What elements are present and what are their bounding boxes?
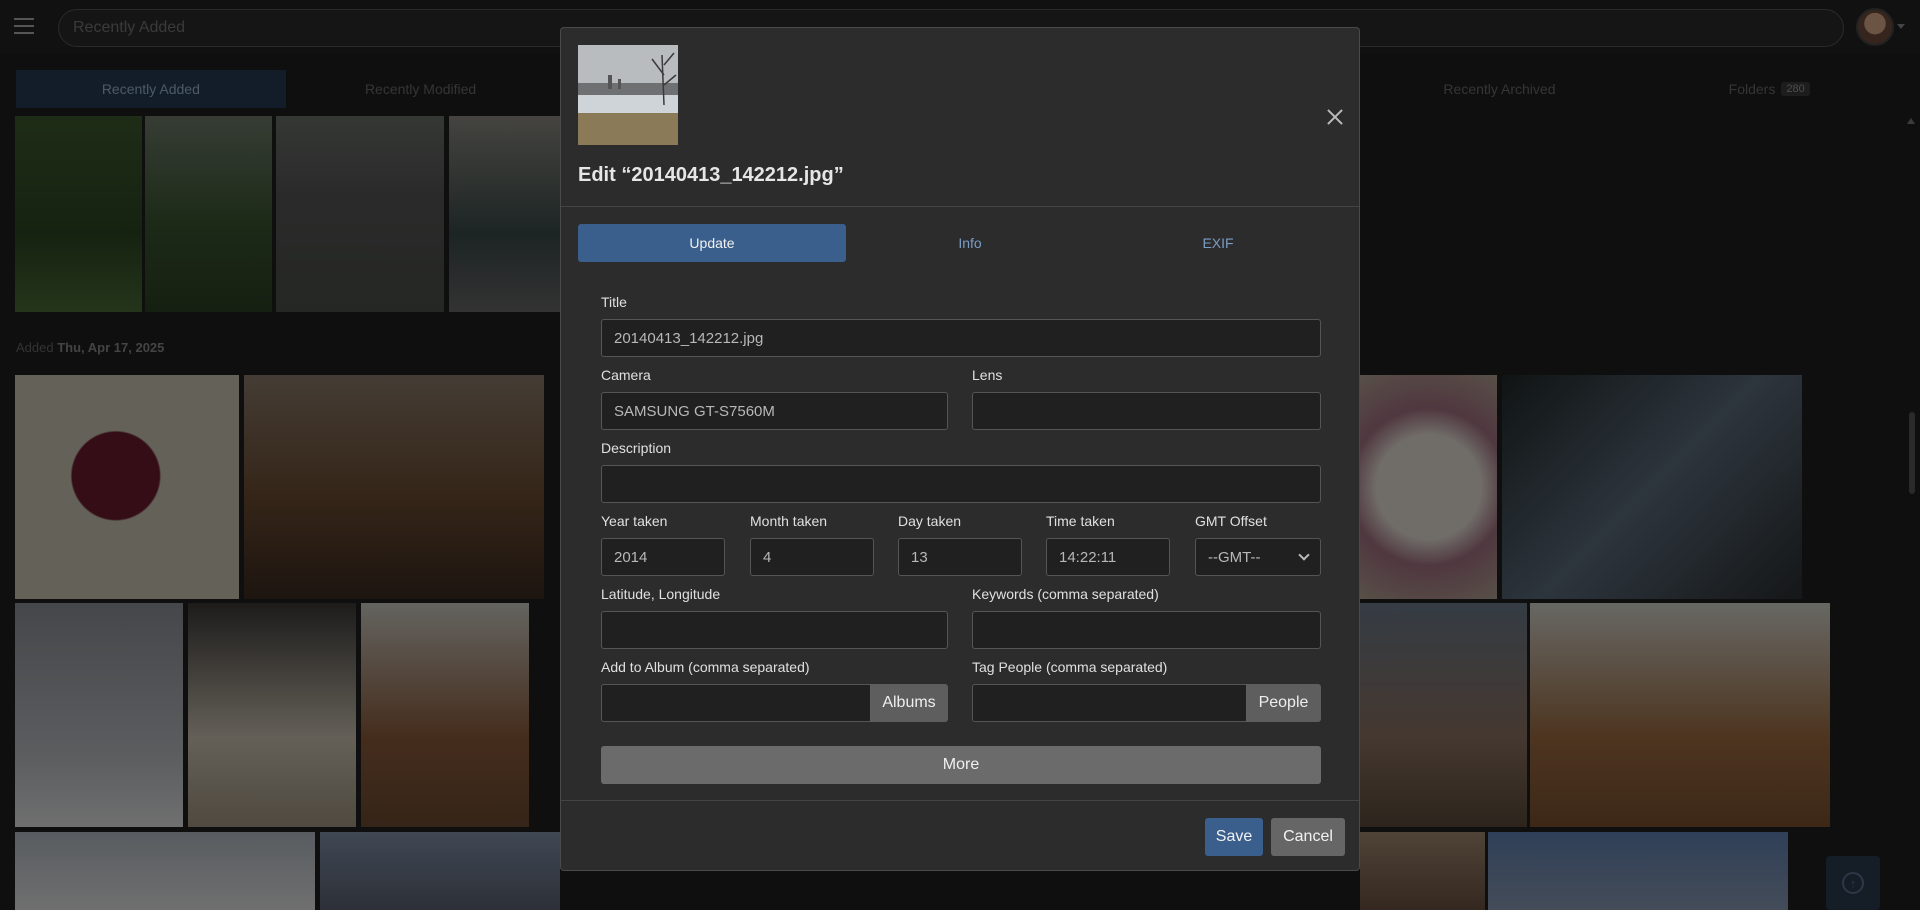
latlng-input[interactable] — [601, 611, 948, 649]
dialog-tabs: Update Info EXIF — [578, 224, 1342, 262]
cancel-button[interactable]: Cancel — [1271, 818, 1345, 856]
title-label: Title — [601, 294, 627, 310]
keywords-label: Keywords (comma separated) — [972, 586, 1159, 602]
albums-button[interactable]: Albums — [870, 684, 948, 722]
latlng-label: Latitude, Longitude — [601, 586, 721, 602]
keywords-input[interactable] — [972, 611, 1321, 649]
close-icon[interactable] — [1325, 107, 1345, 127]
time-label: Time taken — [1046, 513, 1115, 529]
gmt-offset-select[interactable]: --GMT-- — [1195, 538, 1321, 576]
album-input[interactable] — [601, 684, 871, 722]
album-label: Add to Album (comma separated) — [601, 659, 810, 675]
edit-photo-dialog: Edit “20140413_142212.jpg” Update Info E… — [560, 27, 1360, 871]
lens-input[interactable] — [972, 392, 1321, 430]
tab-update[interactable]: Update — [578, 224, 846, 262]
description-label: Description — [601, 440, 672, 456]
day-label: Day taken — [898, 513, 962, 529]
dialog-title: Edit “20140413_142212.jpg” — [578, 164, 844, 186]
gmt-offset-value: --GMT-- — [1208, 548, 1261, 566]
people-button[interactable]: People — [1246, 684, 1321, 722]
year-label: Year taken — [601, 513, 668, 529]
save-button[interactable]: Save — [1205, 818, 1263, 856]
people-label: Tag People (comma separated) — [972, 659, 1168, 675]
tab-info[interactable]: Info — [846, 224, 1094, 262]
chevron-down-icon — [1298, 549, 1310, 561]
more-button[interactable]: More — [601, 746, 1321, 784]
description-input[interactable] — [601, 465, 1321, 503]
month-input[interactable] — [750, 538, 874, 576]
day-input[interactable] — [898, 538, 1022, 576]
month-label: Month taken — [750, 513, 828, 529]
lens-label: Lens — [972, 367, 1003, 383]
photo-thumbnail — [578, 45, 678, 145]
tab-exif[interactable]: EXIF — [1094, 224, 1342, 262]
gmt-label: GMT Offset — [1195, 513, 1267, 529]
divider — [561, 206, 1359, 207]
divider — [561, 800, 1359, 801]
camera-input[interactable] — [601, 392, 948, 430]
camera-label: Camera — [601, 367, 651, 383]
people-input[interactable] — [972, 684, 1247, 722]
year-input[interactable] — [601, 538, 725, 576]
time-input[interactable] — [1046, 538, 1170, 576]
title-input[interactable] — [601, 319, 1321, 357]
